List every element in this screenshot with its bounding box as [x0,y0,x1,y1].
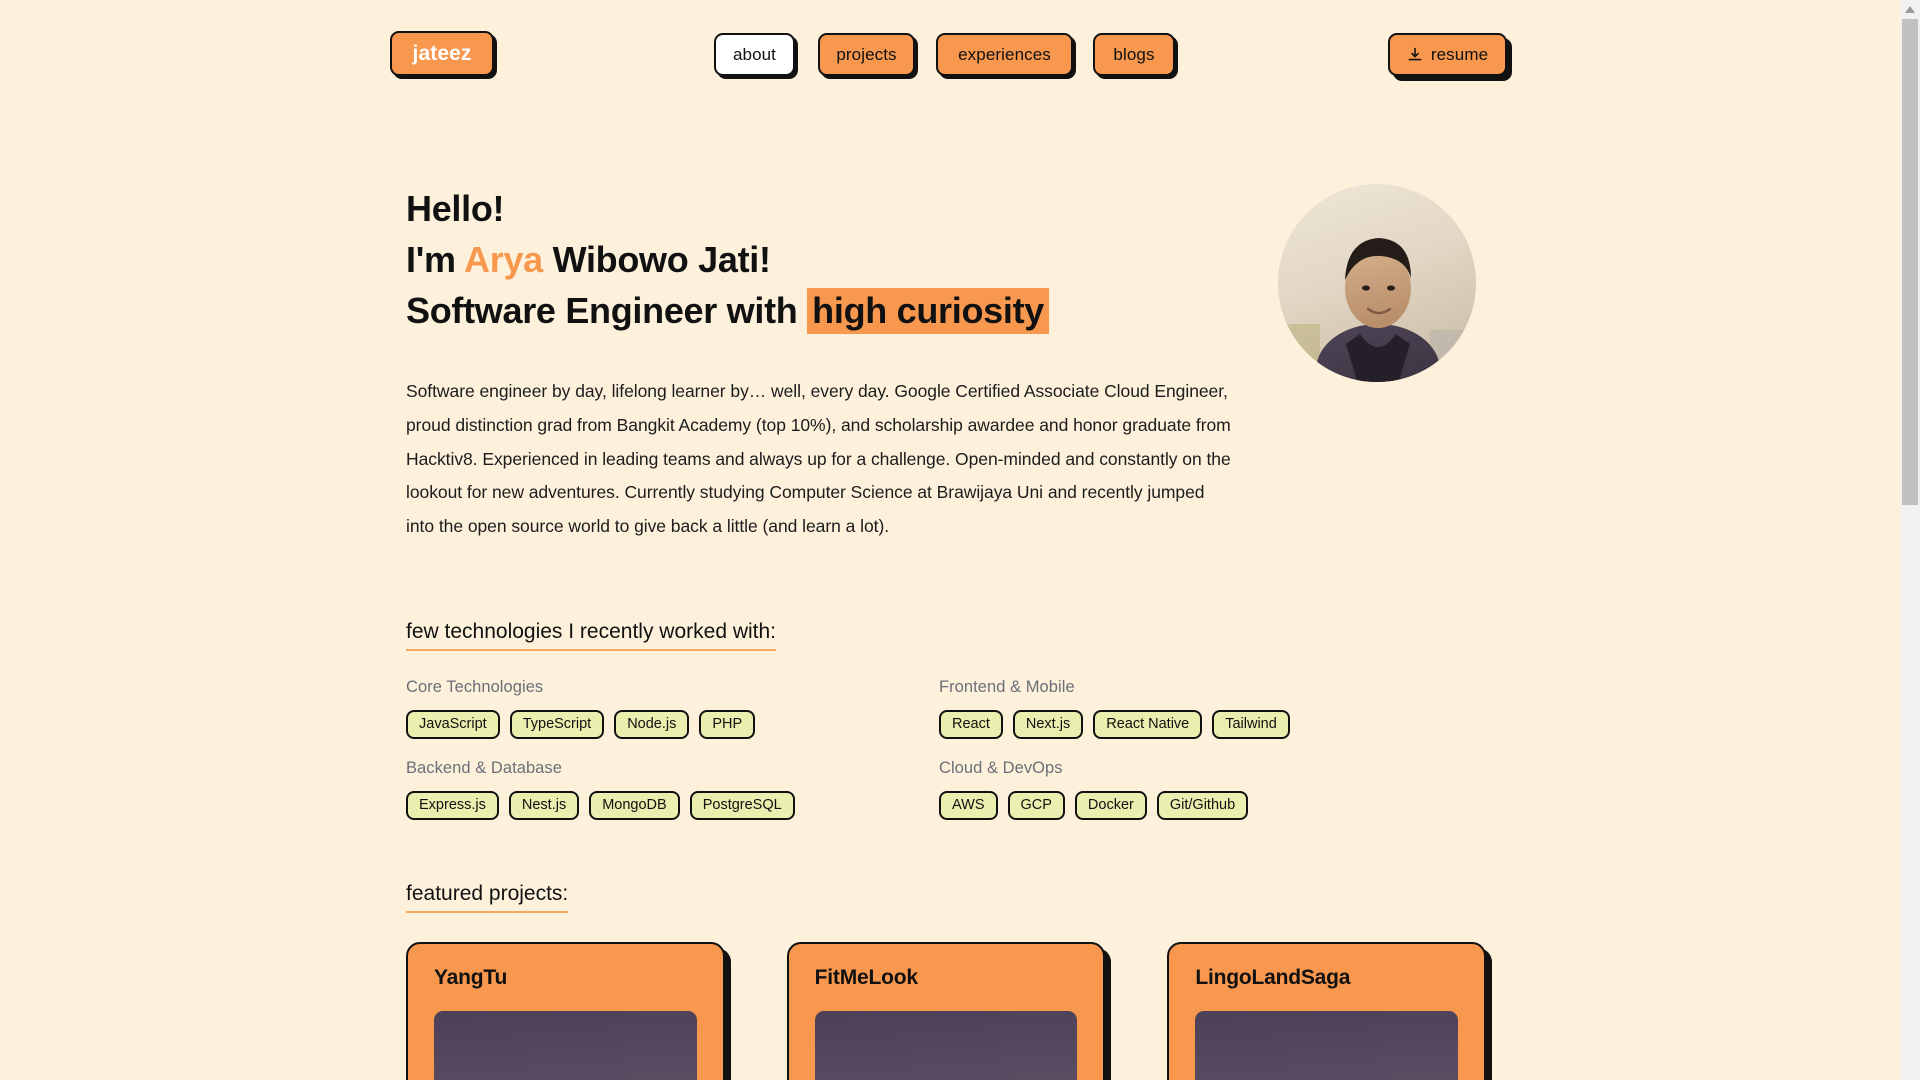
avatar [1278,184,1476,382]
chip-row: Express.js Nest.js MongoDB PostgreSQL [406,791,926,820]
project-card[interactable]: FitMeLook [786,942,1106,1080]
nav-item-blogs[interactable]: blogs [1093,33,1175,76]
page-canvas: jateez about projects experiences blogs … [0,0,1900,1080]
tech-chip[interactable]: Next.js [1012,710,1084,739]
hero-role-line: Software Engineer with high curiosity [406,285,1236,336]
project-thumbnail [814,1011,1078,1080]
resume-label: resume [1430,45,1489,64]
tech-chip[interactable]: Docker [1074,791,1147,820]
nav-item-projects[interactable]: projects [818,33,915,76]
project-title: LingoLandSaga [1195,966,1351,989]
hero-role-highlight: high curiosity [807,288,1049,335]
tech-chip[interactable]: JavaScript [406,710,500,739]
hero-name-accent: Arya [464,239,543,281]
tech-group-cloud: Cloud & DevOps AWS GCP Docker Git/Github [939,759,1459,820]
tech-group-core: Core Technologies JavaScript TypeScript … [406,678,926,739]
project-card[interactable]: LingoLandSaga [1167,942,1487,1080]
hero-intro-prefix: I'm [406,239,465,281]
tech-chip[interactable]: React [939,710,1003,739]
brand-logo[interactable]: jateez [390,31,494,76]
tech-group-label: Backend & Database [406,759,562,777]
project-title: YangTu [434,966,508,989]
hero-name-line: I'm Arya Wibowo Jati! [406,234,1236,285]
technologies-column-right: Frontend & Mobile React Next.js React Na… [939,678,1459,840]
tech-group-backend: Backend & Database Express.js Nest.js Mo… [406,759,926,820]
nav-item-experiences[interactable]: experiences [936,33,1073,76]
tech-group-label: Frontend & Mobile [939,678,1075,696]
tech-chip[interactable]: Nest.js [508,791,580,820]
tech-chip[interactable]: Tailwind [1212,710,1290,739]
hero-intro-suffix: Wibowo Jati! [542,239,771,281]
tech-group-label: Cloud & DevOps [939,759,1063,777]
technologies-heading: few technologies I recently worked with: [406,620,777,651]
project-card[interactable]: YangTu [406,942,725,1080]
projects-row: YangTu FitMeLook LingoLandSaga [406,942,1487,1080]
tech-chip[interactable]: MongoDB [589,791,680,820]
chip-row: AWS GCP Docker Git/Github [939,791,1459,820]
tech-chip[interactable]: React Native [1093,710,1203,739]
technologies-column-left: Core Technologies JavaScript TypeScript … [406,678,926,840]
vertical-scrollbar[interactable] [1900,0,1920,1080]
scrollbar-thumb[interactable] [1902,19,1918,505]
tech-group-frontend: Frontend & Mobile React Next.js React Na… [939,678,1459,739]
hero-role-prefix: Software Engineer with [406,290,808,332]
tech-chip[interactable]: PostgreSQL [689,791,795,820]
hero-greeting: Hello! [406,188,505,229]
project-thumbnail [434,1011,697,1080]
tech-chip[interactable]: Express.js [406,791,499,820]
projects-heading: featured projects: [406,882,569,913]
tech-group-label: Core Technologies [406,678,544,696]
project-title: FitMeLook [814,966,918,989]
tech-chip[interactable]: GCP [1007,791,1065,820]
scroll-up-arrow-icon[interactable] [1900,0,1920,18]
tech-chip[interactable]: Node.js [614,710,690,739]
tech-chip[interactable]: TypeScript [509,710,605,739]
tech-chip[interactable]: Git/Github [1156,791,1249,820]
nav-item-about[interactable]: about [714,33,795,76]
tech-chip[interactable]: AWS [939,791,998,820]
hero-bio: Software engineer by day, lifelong learn… [406,381,1231,537]
top-navigation: jateez about projects experiences blogs … [0,0,1900,90]
chip-row: JavaScript TypeScript Node.js PHP [406,710,926,739]
download-icon [1407,47,1423,63]
hero-text-block: Hello! I'm Arya Wibowo Jati! Software En… [406,183,1236,336]
resume-button[interactable]: resume [1388,33,1507,76]
chip-row: React Next.js React Native Tailwind [939,710,1459,739]
project-thumbnail [1195,1011,1459,1080]
tech-chip[interactable]: PHP [699,710,756,739]
